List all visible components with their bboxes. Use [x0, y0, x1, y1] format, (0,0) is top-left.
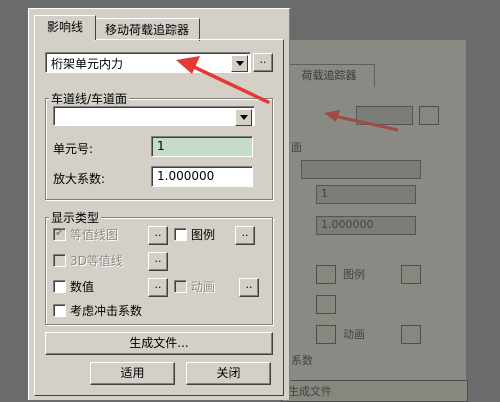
scale-label: 放大系数:: [53, 172, 106, 186]
legend-checkbox[interactable]: [174, 228, 187, 241]
contour-ellipsis-button[interactable]: ..: [148, 226, 168, 245]
influence-line-dialog: 影响线 移动荷载追踪器 桁架单元内力 .. 车道线/车道面 单元号: 1 放大系…: [28, 8, 290, 400]
element-no-input[interactable]: 1: [151, 136, 253, 157]
legend-label: 图例: [191, 228, 216, 242]
bg-scale-field: 1.000000: [316, 216, 416, 235]
bg-element-value: 1: [321, 187, 328, 200]
check-icon: ✔: [55, 226, 65, 239]
element-type-value: 桁架单元内力: [51, 57, 124, 71]
contour-label: 等值线图: [70, 228, 119, 242]
bg-ellipsis-button: [419, 106, 439, 125]
bg-impact-label: 系数: [291, 354, 313, 367]
close-button[interactable]: 关闭: [186, 362, 271, 385]
bg-button-4: [316, 325, 336, 344]
scale-value: 1.000000: [157, 169, 215, 183]
bg-generate-label: 生成文件: [288, 385, 332, 398]
tab-moving-load-tracer[interactable]: 移动荷载追踪器: [94, 18, 200, 41]
bg-element-field: 1: [316, 185, 416, 204]
contour-checkbox[interactable]: ✔: [53, 226, 66, 241]
contour3d-checkbox[interactable]: [53, 254, 66, 267]
values-ellipsis-button[interactable]: ..: [148, 278, 168, 297]
display-type-title: 显示类型: [49, 209, 102, 226]
apply-button[interactable]: 适用: [90, 362, 175, 385]
impact-label: 考虑冲击系数: [70, 304, 143, 318]
element-no-label: 单元号:: [53, 142, 94, 156]
tab-influence-line[interactable]: 影响线: [34, 15, 96, 40]
bg-button-3: [401, 265, 421, 284]
bg-button-2: [316, 295, 336, 314]
bg-anim-label: 动画: [343, 328, 365, 341]
bg-annotation-arrow: [324, 110, 399, 132]
animation-ellipsis-button[interactable]: ..: [239, 278, 259, 297]
legend-ellipsis-button[interactable]: ..: [235, 226, 255, 245]
animation-label: 动画: [191, 280, 216, 294]
values-label: 数值: [70, 280, 95, 294]
animation-checkbox[interactable]: [174, 280, 187, 293]
contour3d-label: 3D等值线: [70, 254, 123, 268]
bg-legend-label: 图例: [343, 268, 365, 281]
annotation-arrow: [176, 56, 270, 104]
element-no-value: 1: [157, 139, 165, 153]
bg-lane-select: [301, 160, 421, 179]
bg-scale-value: 1.000000: [321, 218, 374, 231]
bg-group-label: 面: [291, 141, 302, 154]
bg-button-1: [316, 265, 336, 284]
values-checkbox[interactable]: [53, 280, 66, 293]
lane-select[interactable]: [53, 106, 255, 126]
chevron-down-icon[interactable]: [235, 109, 252, 126]
scale-input[interactable]: 1.000000: [151, 166, 253, 187]
bg-tab: 荷载追踪器: [283, 64, 375, 87]
background-dialog: 荷载追踪器 面 1 1.000000 图例 动画 系数 生成文件: [260, 40, 468, 402]
lane-group-title: 车道线/车道面: [49, 90, 130, 107]
generate-file-button[interactable]: 生成文件...: [45, 332, 273, 355]
contour3d-ellipsis-button[interactable]: ..: [148, 252, 168, 271]
bg-button-5: [401, 325, 421, 344]
impact-checkbox[interactable]: [53, 304, 66, 317]
bg-generate-button: 生成文件: [281, 380, 468, 402]
